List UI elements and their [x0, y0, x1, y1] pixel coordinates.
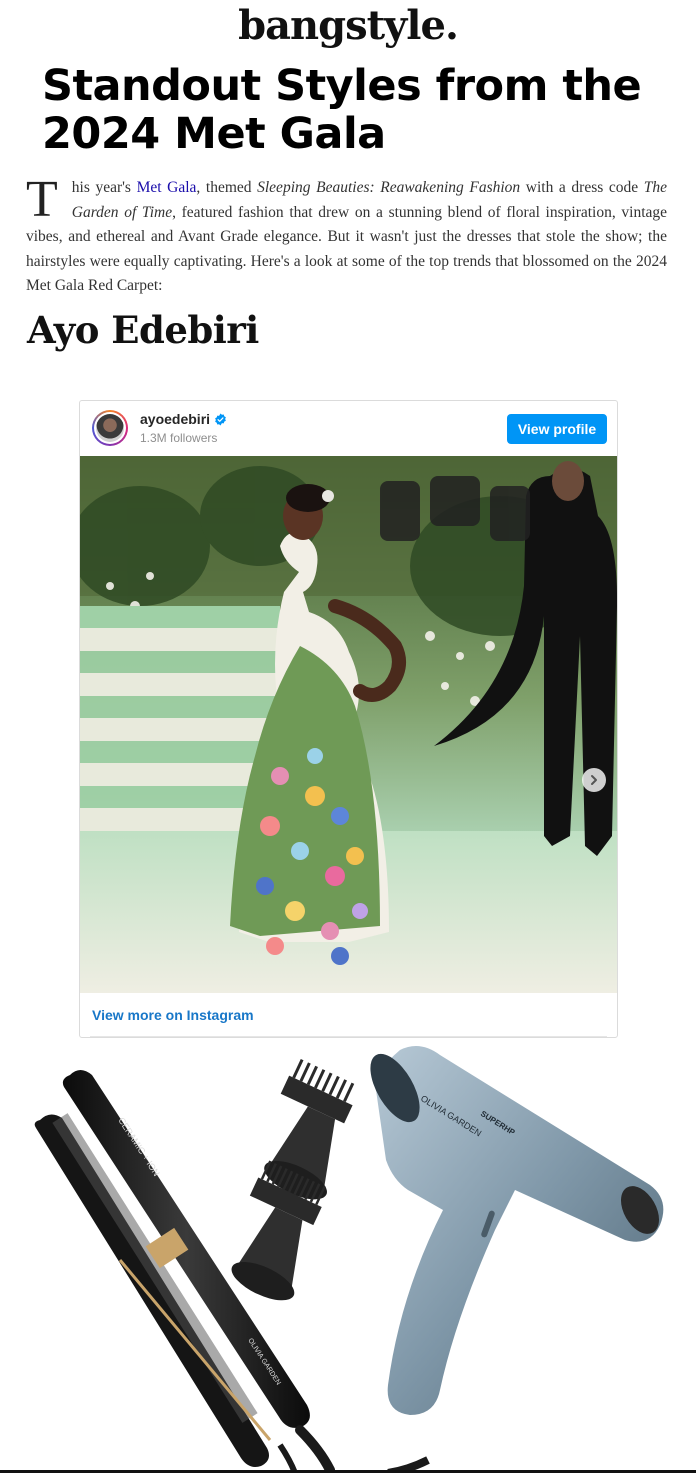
instagram-post-photo[interactable] [80, 456, 617, 993]
username-row: ayoedebiri [140, 411, 227, 427]
theme-title: Sleeping Beauties: Reawakening Fashion [257, 179, 521, 196]
hair-dryer: OLIVIA GARDEN SUPERHP [370, 1046, 664, 1477]
instagram-username[interactable]: ayoedebiri [140, 411, 210, 427]
chevron-right-icon [591, 775, 597, 785]
view-more-on-instagram-link[interactable]: View more on Instagram [92, 1007, 254, 1023]
site-logo[interactable]: bangstyle. [0, 2, 696, 49]
view-profile-button[interactable]: View profile [507, 414, 607, 444]
intro-text-3: with a dress code [520, 179, 644, 196]
article-intro: This year's Met Gala, themed Sleeping Be… [26, 171, 667, 299]
red-carpet-photo [80, 456, 617, 993]
instagram-embed: ayoedebiri 1.3M followers View profile V… [79, 400, 618, 1038]
hair-tools-product-image[interactable]: CERAMIC + ION OLIVIA GARDEN OLIVIA GARDE… [0, 1040, 696, 1477]
met-gala-link[interactable]: Met Gala [137, 179, 197, 196]
divider [90, 1036, 607, 1037]
section-heading: Ayo Edebiri [27, 308, 259, 352]
product-photo: CERAMIC + ION OLIVIA GARDEN OLIVIA GARDE… [34, 1046, 664, 1477]
avatar-photo [96, 414, 124, 442]
intro-text-2: , themed [196, 179, 258, 196]
comb-attachments [231, 1058, 355, 1301]
instagram-header: ayoedebiri 1.3M followers View profile [80, 401, 617, 456]
article-headline: Standout Styles from the 2024 Met Gala [42, 61, 642, 159]
intro-text-1: his year's [71, 179, 137, 196]
carousel-next-button[interactable] [582, 768, 606, 792]
drop-cap: T [26, 171, 58, 228]
follower-count: 1.3M followers [140, 431, 218, 445]
avatar[interactable] [92, 410, 128, 446]
verified-badge-icon [215, 413, 226, 425]
